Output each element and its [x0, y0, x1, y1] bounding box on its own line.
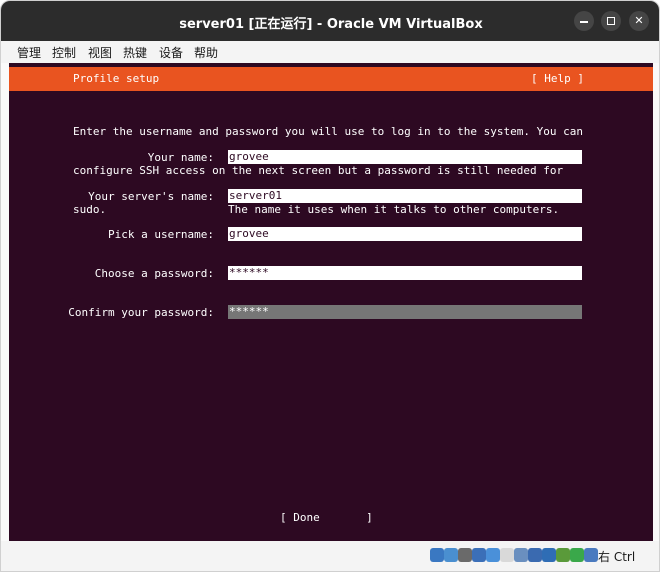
intro-text: Enter the username and password you will…	[73, 99, 593, 242]
virtualbox-window: server01 [正在运行] - Oracle VM VirtualBox ✕…	[0, 0, 660, 572]
hard-disk-icon[interactable]	[430, 548, 444, 562]
window-title: server01 [正在运行] - Oracle VM VirtualBox	[179, 17, 483, 32]
keyboard-icon[interactable]	[584, 548, 598, 562]
optical-drive-icon[interactable]	[444, 548, 458, 562]
menu-hotkey[interactable]: 热键	[123, 42, 147, 63]
your-name-label: Your name:	[147, 151, 214, 164]
usb-icon[interactable]	[486, 548, 500, 562]
installer-header: Profile setup [ Help ]	[9, 67, 653, 91]
password-label: Choose a password:	[94, 267, 214, 280]
menu-devices[interactable]: 设备	[159, 42, 183, 63]
network-icon[interactable]	[472, 548, 486, 562]
username-label: Pick a username:	[108, 228, 214, 241]
maximize-button[interactable]	[601, 11, 621, 31]
username-input[interactable]: grovee	[228, 227, 582, 241]
vm-screen[interactable]: Profile setup [ Help ] Enter the usernam…	[9, 63, 653, 541]
audio-icon[interactable]	[458, 548, 472, 562]
done-button[interactable]: [ Done ]	[280, 511, 373, 524]
server-name-label: Your server's name:	[88, 190, 214, 203]
intro-line: configure SSH access on the next screen …	[73, 164, 564, 177]
menu-manage[interactable]: 管理	[17, 42, 41, 63]
intro-line: Enter the username and password you will…	[73, 125, 583, 138]
server-name-hint: The name it uses when it talks to other …	[228, 203, 560, 216]
host-key-label[interactable]: 右 Ctrl	[598, 548, 635, 565]
mouse-integration-icon[interactable]	[570, 548, 584, 562]
menu-help[interactable]: 帮助	[194, 42, 218, 63]
password-input[interactable]: ******	[228, 266, 582, 280]
maximize-icon	[607, 17, 615, 25]
recording-icon[interactable]	[542, 548, 556, 562]
shared-folders-icon[interactable]	[500, 548, 514, 562]
title-bar[interactable]: server01 [正在运行] - Oracle VM VirtualBox ✕	[1, 1, 659, 41]
status-bar: 右 Ctrl	[1, 541, 659, 571]
cpu-icon[interactable]	[556, 548, 570, 562]
help-button[interactable]: [ Help ]	[531, 72, 584, 85]
video-capture-icon[interactable]	[528, 548, 542, 562]
header-title: Profile setup	[73, 72, 160, 85]
close-button[interactable]: ✕	[629, 11, 649, 31]
your-name-input[interactable]: grovee	[228, 150, 582, 164]
display-icon[interactable]	[514, 548, 528, 562]
minimize-button[interactable]	[574, 11, 594, 31]
server-name-input[interactable]: server01	[228, 189, 582, 203]
close-icon: ✕	[634, 14, 644, 27]
confirm-password-label: Confirm your password:	[68, 306, 214, 319]
confirm-password-input[interactable]: ******	[228, 305, 582, 319]
minimize-icon	[580, 21, 588, 23]
menu-control[interactable]: 控制	[52, 42, 76, 63]
menu-view[interactable]: 视图	[88, 42, 112, 63]
menu-bar: 管理 控制 视图 热键 设备 帮助	[1, 41, 659, 63]
